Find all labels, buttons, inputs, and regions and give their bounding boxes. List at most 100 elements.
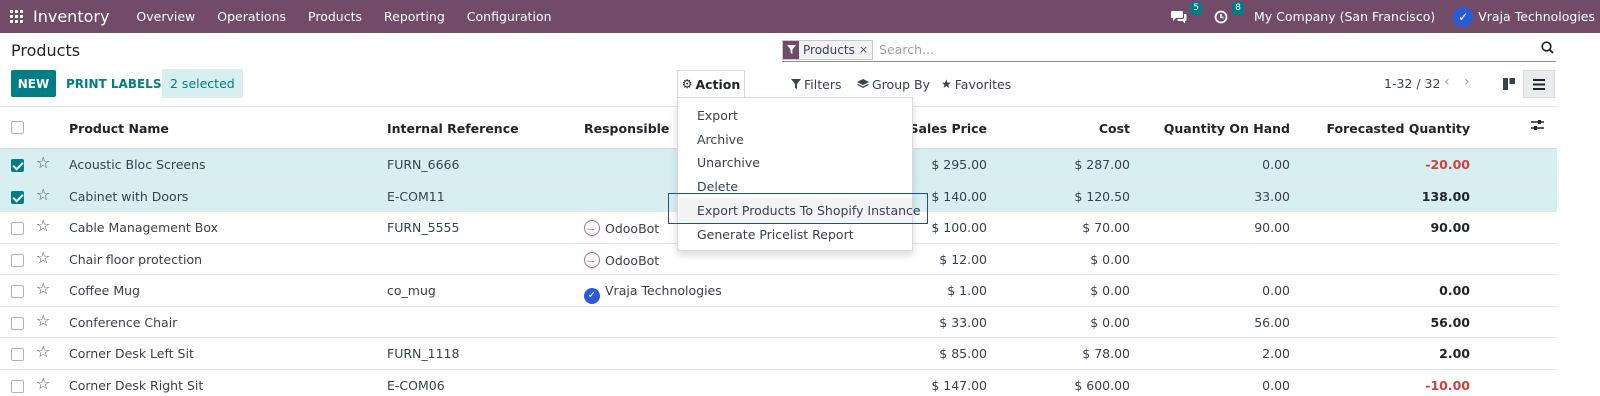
- action-archive[interactable]: Archive: [697, 132, 744, 147]
- filters-label: Filters: [804, 76, 842, 92]
- search-input[interactable]: [879, 42, 1480, 57]
- row-checkbox[interactable]: [11, 253, 24, 267]
- responsible-cell[interactable]: OdooBot: [584, 220, 659, 236]
- internal-reference: FURN_6666: [387, 157, 460, 172]
- menu-operations[interactable]: Operations: [206, 9, 297, 24]
- sales-price: $ 147.00: [931, 377, 987, 393]
- optional-columns-toggle[interactable]: [1531, 119, 1544, 134]
- user-menu[interactable]: Vraja Technologies: [1478, 9, 1595, 24]
- col-quantity-on-hand[interactable]: Quantity On Hand: [1164, 121, 1290, 136]
- action-generate-pricelist[interactable]: Generate Pricelist Report: [697, 227, 854, 242]
- facet-close-icon[interactable]: ×: [859, 41, 872, 59]
- sales-price: $ 33.00: [939, 314, 987, 330]
- pager-next-icon[interactable]: ›: [1464, 74, 1470, 90]
- sales-price: $ 100.00: [931, 220, 987, 235]
- row-checkbox[interactable]: [11, 222, 24, 235]
- product-name: Chair floor protection: [69, 251, 203, 267]
- kanban-icon: [1503, 78, 1515, 90]
- new-button[interactable]: NEW: [11, 70, 56, 97]
- table-row[interactable]: ☆ Conference Chair $ 33.00 $ 0.00 56.00 56.00: [0, 307, 1557, 338]
- favorite-star-icon[interactable]: ☆: [36, 342, 50, 361]
- favorite-star-icon[interactable]: ☆: [36, 374, 50, 393]
- search-bar: Products ×: [782, 38, 1556, 62]
- filters-toggle[interactable]: Filters: [791, 76, 841, 92]
- filter-icon: [791, 79, 801, 89]
- action-delete[interactable]: Delete: [697, 179, 738, 194]
- app-brand[interactable]: Inventory: [33, 7, 109, 26]
- col-sales-price[interactable]: Sales Price: [910, 121, 988, 136]
- pager-previous-icon[interactable]: ‹: [1444, 74, 1450, 90]
- sliders-icon: [1531, 120, 1544, 130]
- kanban-view-button[interactable]: [1493, 70, 1525, 98]
- responsible-name: OdooBot: [605, 221, 660, 236]
- row-checkbox[interactable]: [11, 190, 24, 204]
- forecasted-quantity: 138.00: [1421, 188, 1470, 204]
- sales-price: $ 12.00: [939, 251, 987, 267]
- product-name: Corner Desk Left Sit: [69, 346, 194, 361]
- search-button[interactable]: [1541, 41, 1554, 57]
- action-unarchive[interactable]: Unarchive: [697, 155, 760, 170]
- row-checkbox[interactable]: [11, 159, 24, 172]
- responsible-name: Vraja Technologies: [605, 283, 722, 298]
- forecasted-quantity: -20.00: [1425, 157, 1470, 172]
- row-checkbox[interactable]: [11, 316, 24, 330]
- company-switcher[interactable]: My Company (San Francisco): [1254, 9, 1435, 24]
- responsible-cell[interactable]: ✓ Vraja Technologies: [584, 283, 722, 304]
- sales-price: $ 85.00: [939, 346, 987, 361]
- menu-overview[interactable]: Overview: [125, 9, 206, 24]
- product-name: Coffee Mug: [69, 283, 140, 298]
- forecasted-quantity: 56.00: [1430, 314, 1470, 330]
- action-button[interactable]: ⚙ Action: [677, 70, 745, 97]
- cost: $ 0.00: [1090, 314, 1130, 330]
- messages-button[interactable]: 5: [1168, 1, 1202, 27]
- list-view-button[interactable]: [1523, 70, 1555, 98]
- row-checkbox[interactable]: [11, 348, 24, 361]
- responsible-cell[interactable]: OdooBot: [584, 251, 659, 268]
- star-icon: ★: [941, 77, 952, 91]
- col-forecasted-quantity[interactable]: Forecasted Quantity: [1326, 121, 1470, 136]
- pager-value[interactable]: 1-32 / 32: [1384, 76, 1440, 91]
- internal-reference: FURN_5555: [387, 220, 460, 235]
- favorite-star-icon[interactable]: ☆: [36, 153, 50, 172]
- select-all-checkbox[interactable]: [11, 121, 24, 134]
- favorites-toggle[interactable]: ★ Favorites: [941, 76, 1011, 92]
- groupby-toggle[interactable]: Group By: [857, 76, 930, 92]
- quantity-on-hand: 56.00: [1254, 314, 1290, 330]
- selected-count-badge[interactable]: 2 selected: [162, 69, 243, 98]
- row-checkbox[interactable]: [11, 379, 24, 393]
- quantity-on-hand: 0.00: [1262, 157, 1290, 172]
- menu-reporting[interactable]: Reporting: [373, 9, 456, 24]
- col-product-name[interactable]: Product Name: [69, 121, 169, 136]
- favorite-star-icon[interactable]: ☆: [36, 248, 50, 267]
- col-cost[interactable]: Cost: [1099, 121, 1130, 136]
- user-avatar-icon: ✓: [584, 288, 600, 304]
- cost: $ 78.00: [1082, 346, 1130, 361]
- action-export[interactable]: Export: [697, 108, 738, 123]
- search-icon: [1541, 41, 1554, 54]
- filter-facet-icon: [783, 40, 799, 59]
- favorite-star-icon[interactable]: ☆: [36, 279, 50, 298]
- menu-configuration[interactable]: Configuration: [456, 9, 563, 24]
- menu-products[interactable]: Products: [297, 9, 373, 24]
- print-labels-button[interactable]: PRINT LABELS: [58, 70, 169, 97]
- action-label: Action: [695, 76, 741, 92]
- row-checkbox[interactable]: [11, 285, 24, 298]
- action-dropdown-menu: Export Archive Unarchive Delete Export P…: [677, 97, 921, 251]
- col-internal-reference[interactable]: Internal Reference: [387, 121, 519, 136]
- activities-button[interactable]: 8: [1210, 1, 1244, 27]
- user-avatar[interactable]: ✓: [1453, 6, 1474, 27]
- favorite-star-icon[interactable]: ☆: [36, 185, 50, 204]
- table-row[interactable]: ☆ Coffee Mug co_mug ✓ Vraja Technologies $ 1.…: [0, 275, 1557, 307]
- messages-badge: 5: [1190, 1, 1202, 15]
- apps-menu-icon[interactable]: [2, 0, 30, 33]
- activities-badge: 8: [1232, 1, 1244, 15]
- search-facet-label: Products: [803, 42, 855, 57]
- favorite-star-icon[interactable]: ☆: [36, 311, 50, 330]
- col-responsible[interactable]: Responsible: [584, 121, 669, 136]
- cost: $ 70.00: [1082, 220, 1130, 235]
- favorites-label: Favorites: [954, 76, 1012, 92]
- quantity-on-hand: 0.00: [1262, 377, 1290, 393]
- table-row[interactable]: ☆ Corner Desk Right Sit E-COM06 $ 147.00 $ 6…: [0, 370, 1557, 396]
- favorite-star-icon[interactable]: ☆: [36, 216, 50, 235]
- table-row[interactable]: ☆ Corner Desk Left Sit FURN_1118 $ 85.00 $ 7…: [0, 338, 1557, 370]
